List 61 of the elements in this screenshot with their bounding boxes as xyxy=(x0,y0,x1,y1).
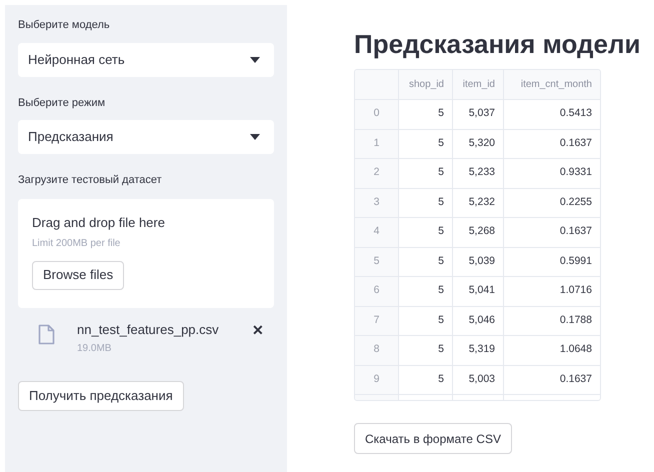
download-csv-button[interactable]: Скачать в формате CSV xyxy=(354,423,512,454)
file-dropzone[interactable]: Drag and drop file here Limit 200MB per file Browse files xyxy=(18,198,274,308)
table-cell: 5,320 xyxy=(452,130,503,158)
remove-file-button[interactable]: ✕ xyxy=(252,322,264,338)
table-cell: 5,232 xyxy=(452,188,503,217)
table-cell: 0.5991 xyxy=(503,248,600,276)
table-cell: 5,268 xyxy=(452,218,503,246)
table-cell: 5 xyxy=(398,306,452,335)
table-cell: 0.1637 xyxy=(503,218,600,246)
row-index: 0 xyxy=(355,100,398,128)
table-cell: 0.9331 xyxy=(503,159,600,188)
table-cell: 0.1637 xyxy=(503,130,600,158)
table-cell: 5 xyxy=(398,130,452,158)
table-cell: 5 xyxy=(398,188,452,217)
page-title: Предсказания модели xyxy=(354,28,642,60)
table-cell: 5 xyxy=(398,248,452,276)
row-index: 1 xyxy=(355,130,398,158)
table-cell: 5,039 xyxy=(452,248,503,276)
table-cell: 5 xyxy=(398,159,452,188)
table-cell: 5,233 xyxy=(452,159,503,188)
field-label: Выберите режим xyxy=(18,96,106,110)
file-icon xyxy=(38,324,55,344)
row-index: 5 xyxy=(355,248,398,276)
table-cell: 1.0716 xyxy=(503,277,600,306)
dropdown[interactable]: Предсказания xyxy=(18,120,274,154)
predict-button[interactable]: Получить предсказания xyxy=(18,380,184,410)
limit-text: Limit 200MB per file xyxy=(32,236,122,250)
table-cell: 0.1637 xyxy=(503,366,600,394)
table-cell: 0.1788 xyxy=(503,306,600,335)
row-index: 4 xyxy=(355,218,398,246)
table-cell: 5 xyxy=(398,277,452,306)
table-cell: 5,046 xyxy=(452,306,503,335)
row-index: 7 xyxy=(355,306,398,335)
row-index: 9 xyxy=(355,366,398,394)
dropzone-text: Drag and drop file here xyxy=(32,214,166,230)
row-index: 8 xyxy=(355,336,398,364)
table-cell: 5 xyxy=(398,218,452,246)
row-index: 6 xyxy=(355,277,398,306)
row-index: 3 xyxy=(355,188,398,217)
column-header: item_id xyxy=(452,70,503,99)
column-header: item_cnt_month xyxy=(503,70,600,99)
table-cell: 5 xyxy=(398,366,452,394)
table-cell: 0.5413 xyxy=(503,100,600,128)
browse-files-button[interactable]: Browse files xyxy=(32,260,124,290)
dropdown[interactable]: Нейронная сеть xyxy=(18,42,274,76)
field-label: Выберите модель xyxy=(18,18,111,33)
table-cell: 5 xyxy=(398,336,452,364)
table-cell: 5,003 xyxy=(452,366,503,394)
file-size: 19.0MB xyxy=(77,342,112,356)
table-cell: 5,319 xyxy=(452,336,503,364)
caret-icon xyxy=(250,134,260,140)
field-label: Загрузите тестовый датасет xyxy=(18,173,163,188)
table-cell: 0.2255 xyxy=(503,188,600,217)
table-cell: 5 xyxy=(398,100,452,128)
table-cell: 5,037 xyxy=(452,100,503,128)
column-header: shop_id xyxy=(398,70,452,99)
file-name: nn_test_features_pp.csv xyxy=(77,322,220,338)
table-cell: 1.0648 xyxy=(503,336,600,364)
row-index: 2 xyxy=(355,159,398,188)
caret-icon xyxy=(250,56,260,62)
table-cell: 5,041 xyxy=(452,277,503,306)
